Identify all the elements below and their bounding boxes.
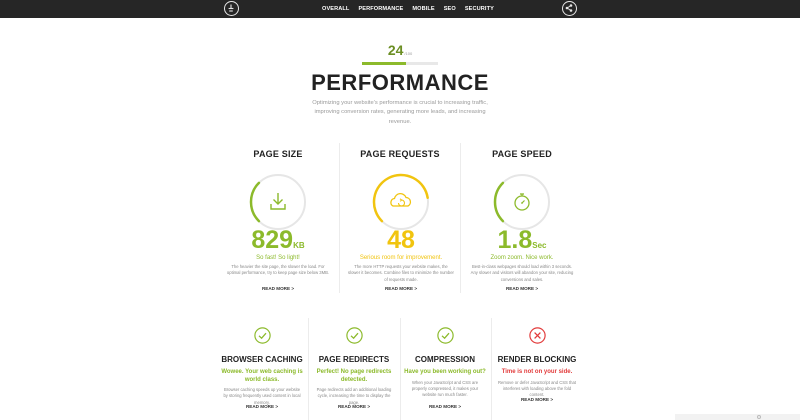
page-title: PERFORMANCE [311, 70, 489, 95]
metric-title: PAGE SPEED [492, 149, 552, 159]
page-speed-gauge [493, 174, 550, 230]
check-subtitle: Perfect! No page redirects detected. [316, 369, 392, 383]
read-more-link[interactable]: READ MORE > [461, 286, 583, 291]
nav-security[interactable]: SECURITY [465, 6, 494, 12]
check-subtitle: Time is not on your side. [501, 369, 573, 375]
check-title: COMPRESSION [414, 355, 475, 364]
metric-verdict: So fast! So light! [256, 255, 300, 261]
score-progress-bar [362, 62, 438, 65]
download-icon [270, 193, 286, 210]
intro-text: Optimizing your website's performance is… [312, 100, 488, 125]
score-display: 24/100 [0, 42, 800, 60]
nav-seo[interactable]: SEO [444, 6, 456, 12]
metric-page-requests: PAGE REQUESTS 48 Serious room for improv… [339, 143, 461, 293]
top-nav-bar: OVERALL PERFORMANCE MOBILE SEO SECURITY [0, 0, 800, 18]
read-more-link[interactable]: READ MORE > [492, 397, 582, 402]
circle-icon [757, 415, 761, 419]
share-icon[interactable] [562, 1, 577, 16]
x-icon [528, 327, 546, 344]
metric-verdict: Zoom zoom. Nice work. [490, 255, 554, 261]
nav-performance[interactable]: PERFORMANCE [358, 6, 403, 12]
page-size-gauge [249, 174, 306, 230]
score-value: 24 [387, 42, 404, 58]
check-description: Remove or defer JavaScript and CSS that … [498, 379, 576, 398]
nav-mobile[interactable]: MOBILE [412, 6, 434, 12]
read-more-link[interactable]: READ MORE > [217, 404, 307, 409]
check-icon [345, 327, 363, 344]
check-subtitle: Have you been working out? [404, 369, 486, 375]
score-max: /100 [404, 51, 413, 56]
metric-verdict: Serious room for improvement. [359, 255, 443, 261]
check-compression: COMPRESSION Have you been working out? W… [400, 327, 490, 409]
check-title: PAGE REDIRECTS [318, 355, 390, 364]
metric-page-size: PAGE SIZE 829KB So fast! So light! The h… [217, 143, 339, 293]
check-title: BROWSER CACHING [221, 355, 303, 364]
score-progress-fill [362, 62, 407, 65]
bottom-strip [675, 414, 800, 420]
nav-overall[interactable]: OVERALL [322, 6, 349, 12]
metric-title: PAGE SIZE [253, 149, 303, 159]
stopwatch-icon [514, 193, 530, 211]
metric-description: The heavier the site page, the slower th… [226, 264, 330, 276]
check-icon [253, 327, 271, 344]
read-more-link[interactable]: READ MORE > [309, 404, 399, 409]
metric-title: PAGE REQUESTS [360, 149, 440, 159]
metric-page-speed: PAGE SPEED 1.8Sec Zoom zoom. Nice work. … [461, 143, 583, 293]
page-requests-gauge [372, 173, 429, 230]
read-more-link[interactable]: READ MORE > [217, 286, 339, 291]
cloud-upload-icon [390, 193, 412, 207]
main-nav: OVERALL PERFORMANCE MOBILE SEO SECURITY [322, 0, 494, 18]
check-icon [436, 327, 454, 344]
read-more-link[interactable]: READ MORE > [400, 404, 490, 409]
metric-description: Best-in-class webpages should load withi… [470, 264, 574, 282]
metric-description: The more HTTP requests your website make… [348, 264, 454, 282]
timer-icon[interactable] [224, 1, 239, 16]
check-subtitle: Wowee. Your web caching is world class. [221, 369, 303, 383]
check-page-redirects: PAGE REDIRECTS Perfect! No page redirect… [309, 327, 399, 409]
check-description: When your JavaScript and CSS are properl… [411, 379, 479, 398]
check-render-blocking: RENDER BLOCKING Time is not on your side… [492, 327, 582, 402]
check-title: RENDER BLOCKING [497, 355, 577, 364]
check-browser-caching: BROWSER CACHING Wowee. Your web caching … [217, 327, 307, 409]
read-more-link[interactable]: READ MORE > [340, 286, 462, 291]
